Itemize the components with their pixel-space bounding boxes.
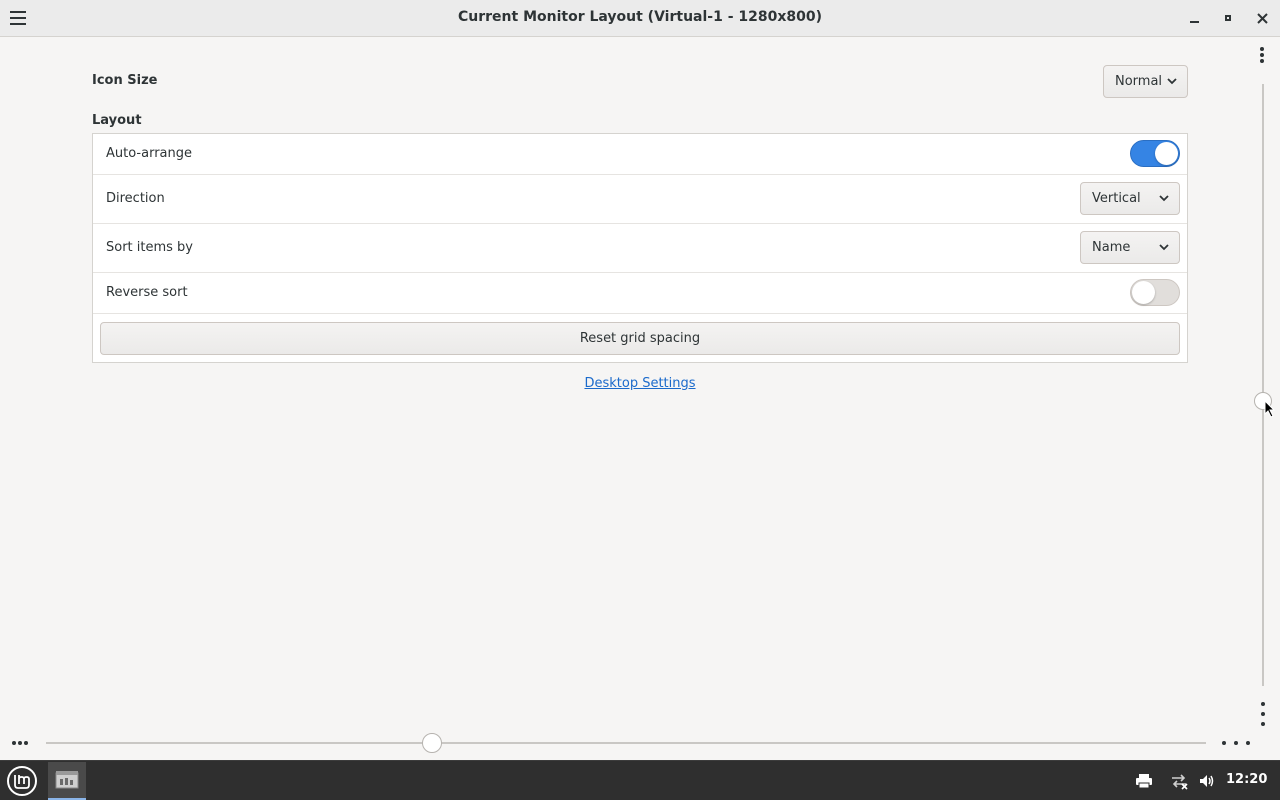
taskbar-clock[interactable]: 12:20: [1226, 772, 1267, 787]
taskbar: 12:20: [0, 760, 1280, 800]
auto-arrange-row: Auto-arrange: [93, 134, 1187, 175]
desktop-settings-link-row: Desktop Settings: [0, 376, 1280, 391]
mint-menu-icon[interactable]: [6, 765, 38, 797]
icon-size-label: Icon Size: [92, 73, 158, 88]
layout-heading: Layout: [92, 113, 142, 128]
close-button[interactable]: [1252, 8, 1272, 28]
icon-size-dropdown[interactable]: Normal: [1103, 65, 1188, 98]
reverse-sort-label: Reverse sort: [106, 285, 188, 300]
chevron-down-icon: [1159, 244, 1169, 251]
sort-by-label: Sort items by: [106, 240, 194, 255]
sort-by-dropdown[interactable]: Name: [1080, 231, 1180, 264]
minimize-button[interactable]: [1184, 8, 1204, 28]
horizontal-scroll-menu-icon[interactable]: [12, 741, 28, 745]
sort-by-row: Sort items by Name: [93, 224, 1187, 273]
auto-arrange-label: Auto-arrange: [106, 146, 192, 161]
horizontal-scroll-end-icon[interactable]: [1222, 741, 1250, 745]
direction-row: Direction Vertical: [93, 175, 1187, 224]
printer-icon[interactable]: [1135, 772, 1153, 790]
toggle-knob: [1155, 142, 1178, 165]
vertical-scrollbar-track[interactable]: [1262, 84, 1264, 686]
toggle-knob: [1132, 281, 1155, 304]
network-icon[interactable]: [1170, 772, 1188, 790]
corner-scroll-icon[interactable]: [1261, 702, 1265, 732]
maximize-button[interactable]: [1218, 8, 1238, 28]
layout-settings-frame: Auto-arrange Direction Vertical Sort ite…: [92, 133, 1188, 363]
reverse-sort-toggle[interactable]: [1130, 279, 1180, 306]
horizontal-scrollbar-track[interactable]: [46, 742, 1206, 744]
close-icon: [1256, 12, 1268, 24]
reverse-sort-row: Reverse sort: [93, 273, 1187, 314]
desktop-settings-link[interactable]: Desktop Settings: [584, 376, 695, 391]
desktop-app-icon: [55, 771, 79, 789]
vertical-scroll-menu-icon[interactable]: [1260, 47, 1266, 65]
reset-grid-spacing-button[interactable]: Reset grid spacing: [100, 322, 1180, 355]
direction-label: Direction: [106, 191, 165, 206]
horizontal-scrollbar-thumb[interactable]: [422, 733, 442, 753]
volume-icon[interactable]: [1198, 772, 1216, 790]
desktop-app-button[interactable]: [48, 762, 86, 800]
chevron-down-icon: [1159, 195, 1169, 202]
direction-value: Vertical: [1092, 191, 1141, 206]
minimize-icon: [1189, 21, 1199, 23]
mouse-cursor-icon: [1264, 400, 1276, 418]
sort-by-value: Name: [1092, 240, 1131, 255]
title-bar: Current Monitor Layout (Virtual-1 - 1280…: [0, 0, 1280, 37]
direction-dropdown[interactable]: Vertical: [1080, 182, 1180, 215]
icon-size-value: Normal: [1115, 74, 1163, 89]
maximize-icon: [1225, 15, 1231, 21]
auto-arrange-toggle[interactable]: [1130, 140, 1180, 167]
chevron-down-icon: [1167, 78, 1177, 85]
window-title: Current Monitor Layout (Virtual-1 - 1280…: [457, 9, 823, 25]
